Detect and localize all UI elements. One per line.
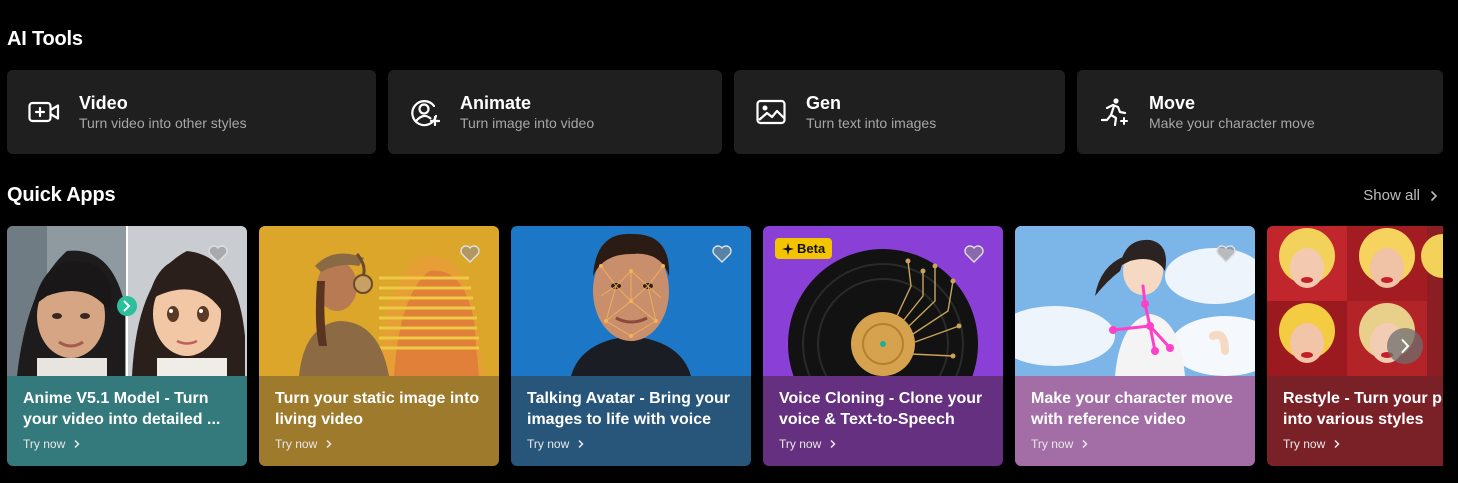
tool-video[interactable]: Video Turn video into other styles: [7, 70, 376, 154]
animate-person-icon: [408, 95, 442, 129]
beta-badge: Beta: [775, 238, 833, 259]
card-title-line2: voice & Text-to-Speech: [779, 411, 955, 428]
card-title-line2: your video into detailed ...: [23, 411, 221, 428]
beta-label: Beta: [797, 241, 826, 256]
tool-video-title: Video: [79, 93, 128, 113]
tool-gen-desc: Turn text into images: [806, 115, 937, 131]
try-now-label: Try now: [779, 437, 822, 451]
card-title-line2: images to life with voice: [527, 411, 712, 428]
heart-icon[interactable]: [963, 244, 985, 264]
chevron-right-icon: [74, 439, 80, 449]
card-title-line1: Talking Avatar - Bring your: [527, 390, 730, 407]
try-now-link[interactable]: Try now: [23, 437, 231, 451]
tool-animate[interactable]: Animate Turn image into video: [388, 70, 722, 154]
heart-icon[interactable]: [207, 244, 229, 264]
chevron-right-icon: [1082, 439, 1088, 449]
chevron-right-icon: [578, 439, 584, 449]
tool-move-desc: Make your character move: [1149, 115, 1315, 131]
heart-icon[interactable]: [711, 244, 733, 264]
card-title-line1: Voice Cloning - Clone your: [779, 390, 983, 407]
show-all-link[interactable]: Show all: [1363, 187, 1438, 204]
try-now-link[interactable]: Try now: [1283, 437, 1443, 451]
try-now-link[interactable]: Try now: [1031, 437, 1239, 451]
card-title-line1: Restyle - Turn your photo: [1283, 390, 1443, 407]
card-title-line1: Turn your static image into: [275, 390, 480, 407]
quick-apps-heading: Quick Apps: [7, 184, 116, 206]
running-person-icon: [1097, 95, 1131, 129]
try-now-label: Try now: [23, 437, 66, 451]
try-now-label: Try now: [527, 437, 570, 451]
card-info: Talking Avatar - Bring your images to li…: [511, 376, 751, 466]
try-now-link[interactable]: Try now: [527, 437, 735, 451]
ai-tools-row: Video Turn video into other styles Anima…: [7, 70, 1443, 154]
chevron-right-icon: [1401, 339, 1410, 353]
quick-apps-carousel: Anime V5.1 Model - Turn your video into …: [7, 226, 1443, 466]
card-title-line2: living video: [275, 411, 364, 428]
quick-app-card-living-video[interactable]: Turn your static image into living video…: [259, 226, 499, 466]
quick-app-card-talking-avatar[interactable]: Talking Avatar - Bring your images to li…: [511, 226, 751, 466]
quick-app-card-voice-cloning[interactable]: Beta Voice Cloning - Clone your voice & …: [763, 226, 1003, 466]
chevron-right-icon: [1431, 190, 1438, 201]
heart-icon[interactable]: [1215, 244, 1237, 264]
card-title-line2: into various styles: [1283, 411, 1424, 428]
try-now-link[interactable]: Try now: [779, 437, 987, 451]
quick-app-card-anime[interactable]: Anime V5.1 Model - Turn your video into …: [7, 226, 247, 466]
image-icon: [754, 95, 788, 129]
tool-video-desc: Turn video into other styles: [79, 115, 247, 131]
card-title-line2: with reference video: [1031, 411, 1186, 428]
show-all-label: Show all: [1363, 187, 1420, 204]
card-info: Voice Cloning - Clone your voice & Text-…: [763, 376, 1003, 466]
chevron-right-icon: [326, 439, 332, 449]
sparkle-icon: [782, 242, 794, 255]
tool-gen-title: Gen: [806, 93, 842, 113]
video-plus-icon: [27, 95, 61, 129]
try-now-label: Try now: [1283, 437, 1326, 451]
card-info: Restyle - Turn your photo into various s…: [1267, 376, 1443, 466]
card-title-line1: Make your character move: [1031, 390, 1233, 407]
tool-move[interactable]: Move Make your character move: [1077, 70, 1443, 154]
tool-animate-title: Animate: [460, 93, 532, 113]
card-info: Anime V5.1 Model - Turn your video into …: [7, 376, 247, 466]
heart-icon[interactable]: [459, 244, 481, 264]
chevron-right-icon: [1334, 439, 1340, 449]
tool-animate-desc: Turn image into video: [460, 115, 595, 131]
ai-tools-heading: AI Tools: [7, 28, 83, 50]
quick-app-card-character-move[interactable]: Make your character move with reference …: [1015, 226, 1255, 466]
try-now-label: Try now: [275, 437, 318, 451]
try-now-link[interactable]: Try now: [275, 437, 483, 451]
card-title-line1: Anime V5.1 Model - Turn: [23, 390, 209, 407]
card-info: Turn your static image into living video…: [259, 376, 499, 466]
tool-gen[interactable]: Gen Turn text into images: [734, 70, 1065, 154]
card-info: Make your character move with reference …: [1015, 376, 1255, 466]
tool-move-title: Move: [1149, 93, 1196, 113]
try-now-label: Try now: [1031, 437, 1074, 451]
carousel-next-button[interactable]: [1387, 328, 1423, 364]
chevron-right-icon: [830, 439, 836, 449]
